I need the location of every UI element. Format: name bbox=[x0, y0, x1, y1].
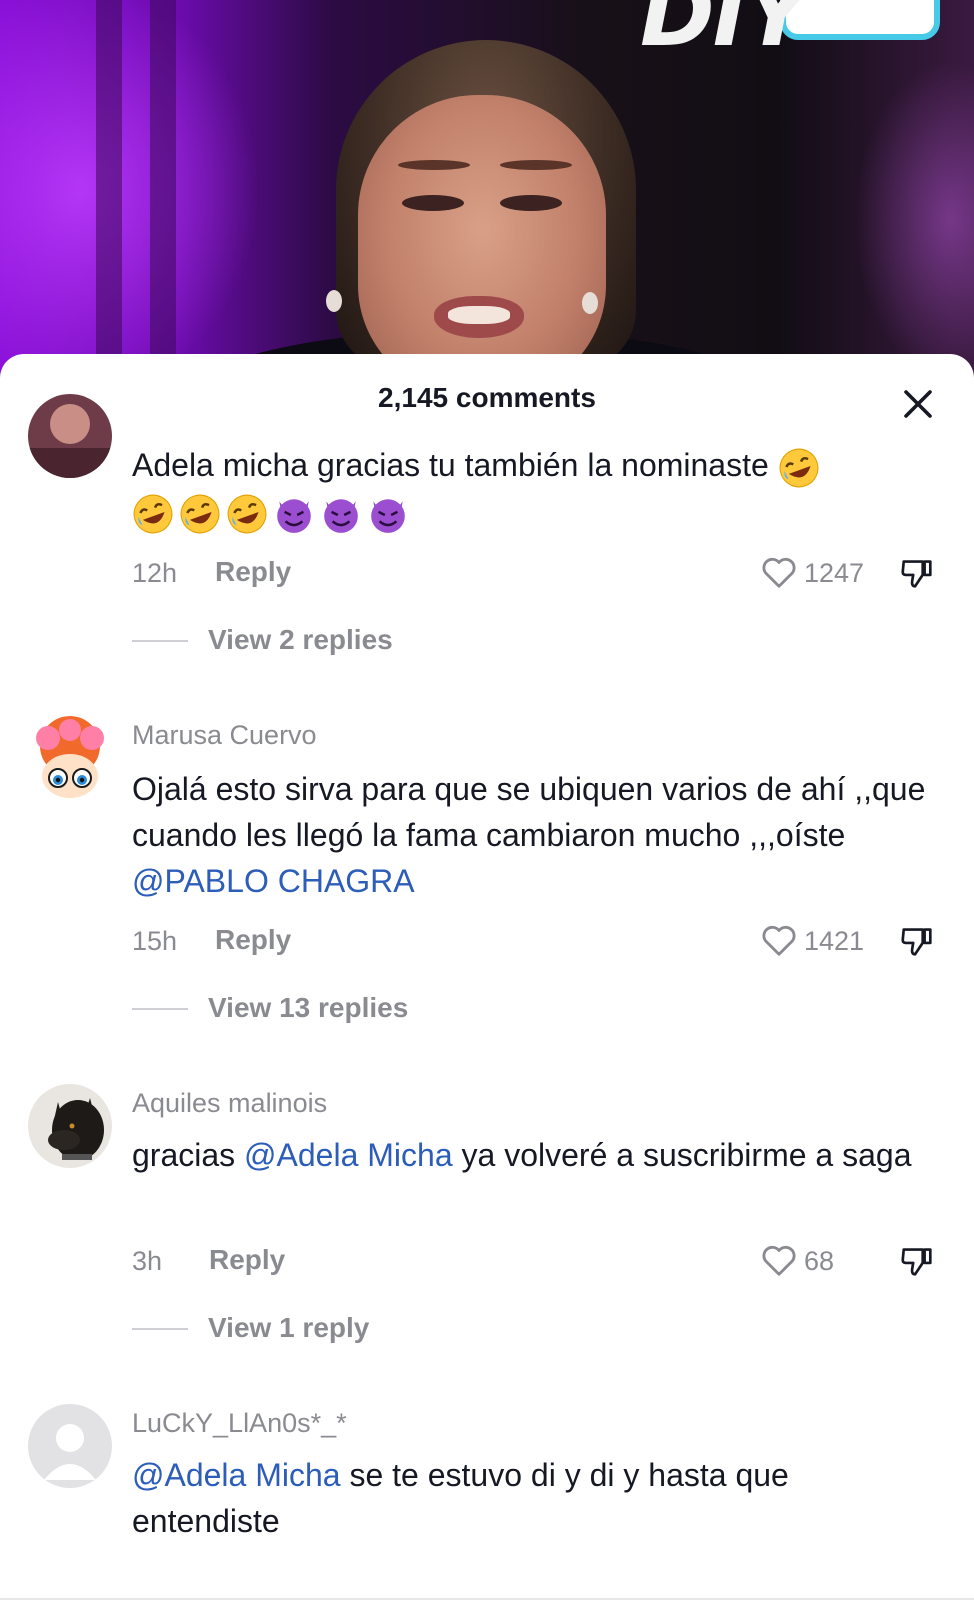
replies-divider bbox=[132, 1328, 188, 1330]
comment-time: 15h bbox=[132, 926, 178, 956]
comment-text-body: ya volveré a suscribirme a saga bbox=[452, 1137, 912, 1173]
rolling-on-floor-laughing-icon bbox=[227, 494, 267, 534]
comment-text: gracias @Adela Micha ya volveré a suscri… bbox=[132, 1132, 942, 1178]
like-count: 1421 bbox=[804, 926, 865, 956]
comment-username[interactable]: LuCkY_LlAn0s*_* bbox=[132, 1408, 347, 1439]
stage-stripe bbox=[96, 0, 122, 380]
presenter-earring bbox=[326, 290, 342, 312]
view-replies-link[interactable]: View 1 reply bbox=[208, 1312, 369, 1344]
comment-text: @Adela Micha se te estuvo di y di y hast… bbox=[132, 1452, 942, 1544]
comment-username[interactable]: Aquiles malinois bbox=[132, 1088, 327, 1119]
presenter-eye bbox=[402, 195, 464, 211]
smiling-devil-icon bbox=[371, 499, 405, 533]
comments-sheet: 2,145 comments Adela micha gracias tu ta… bbox=[0, 354, 974, 1600]
replies-divider bbox=[132, 1008, 188, 1010]
comment-text-body: gracias bbox=[132, 1137, 245, 1173]
view-replies-link[interactable]: View 2 replies bbox=[208, 624, 393, 656]
view-replies-link[interactable]: View 13 replies bbox=[208, 992, 408, 1024]
close-icon[interactable] bbox=[898, 384, 938, 424]
presenter-brow bbox=[398, 160, 470, 170]
heart-icon[interactable] bbox=[760, 922, 798, 960]
show-logo: DIY bbox=[640, 0, 809, 67]
presenter-eye bbox=[500, 195, 562, 211]
like-count: 68 bbox=[804, 1246, 835, 1276]
smiling-devil-icon bbox=[277, 499, 311, 533]
heart-icon[interactable] bbox=[760, 554, 798, 592]
comment-text-body: Ojalá esto sirva para que se ubiquen var… bbox=[132, 771, 926, 853]
comment-time: 3h bbox=[132, 1246, 163, 1276]
mention-link[interactable]: @Adela Micha bbox=[132, 1457, 341, 1493]
reply-button[interactable]: Reply bbox=[215, 556, 291, 588]
avatar[interactable] bbox=[28, 394, 112, 478]
stage-stripe bbox=[150, 0, 176, 380]
heart-icon[interactable] bbox=[760, 1242, 798, 1280]
rolling-on-floor-laughing-icon bbox=[180, 494, 220, 534]
comment-text: Adela micha gracias tu también la nomina… bbox=[132, 442, 942, 535]
reply-button[interactable]: Reply bbox=[209, 1244, 285, 1276]
default-avatar-icon bbox=[28, 1404, 112, 1488]
presenter-brow bbox=[500, 160, 572, 170]
comment-text: Ojalá esto sirva para que se ubiquen var… bbox=[132, 766, 942, 904]
reply-button[interactable]: Reply bbox=[215, 924, 291, 956]
like-count: 1247 bbox=[804, 558, 865, 588]
mention-link[interactable]: @PABLO CHAGRA bbox=[132, 863, 415, 899]
thumbs-down-icon[interactable] bbox=[898, 922, 936, 960]
comment-username[interactable]: Marusa Cuervo bbox=[132, 720, 317, 751]
presenter-teeth bbox=[448, 306, 510, 324]
thumbs-down-icon[interactable] bbox=[898, 554, 936, 592]
thumbs-down-icon[interactable] bbox=[898, 1242, 936, 1280]
avatar[interactable] bbox=[28, 1404, 112, 1488]
comment-text-body: Adela micha gracias tu también la nomina… bbox=[132, 447, 769, 483]
avatar[interactable] bbox=[28, 716, 112, 800]
stage-light bbox=[0, 0, 260, 380]
mention-link[interactable]: @Adela Micha bbox=[244, 1137, 453, 1173]
rolling-on-floor-laughing-icon bbox=[779, 448, 819, 487]
comments-count-title: 2,145 comments bbox=[378, 382, 596, 413]
rolling-on-floor-laughing-icon bbox=[133, 494, 173, 534]
smiling-devil-icon bbox=[324, 499, 358, 533]
avatar[interactable] bbox=[28, 1084, 112, 1168]
stage-light-right bbox=[854, 60, 974, 380]
comment-time: 12h bbox=[132, 558, 178, 588]
replies-divider bbox=[132, 640, 188, 642]
video-background: DIY bbox=[0, 0, 974, 380]
presenter-earring bbox=[582, 292, 598, 314]
